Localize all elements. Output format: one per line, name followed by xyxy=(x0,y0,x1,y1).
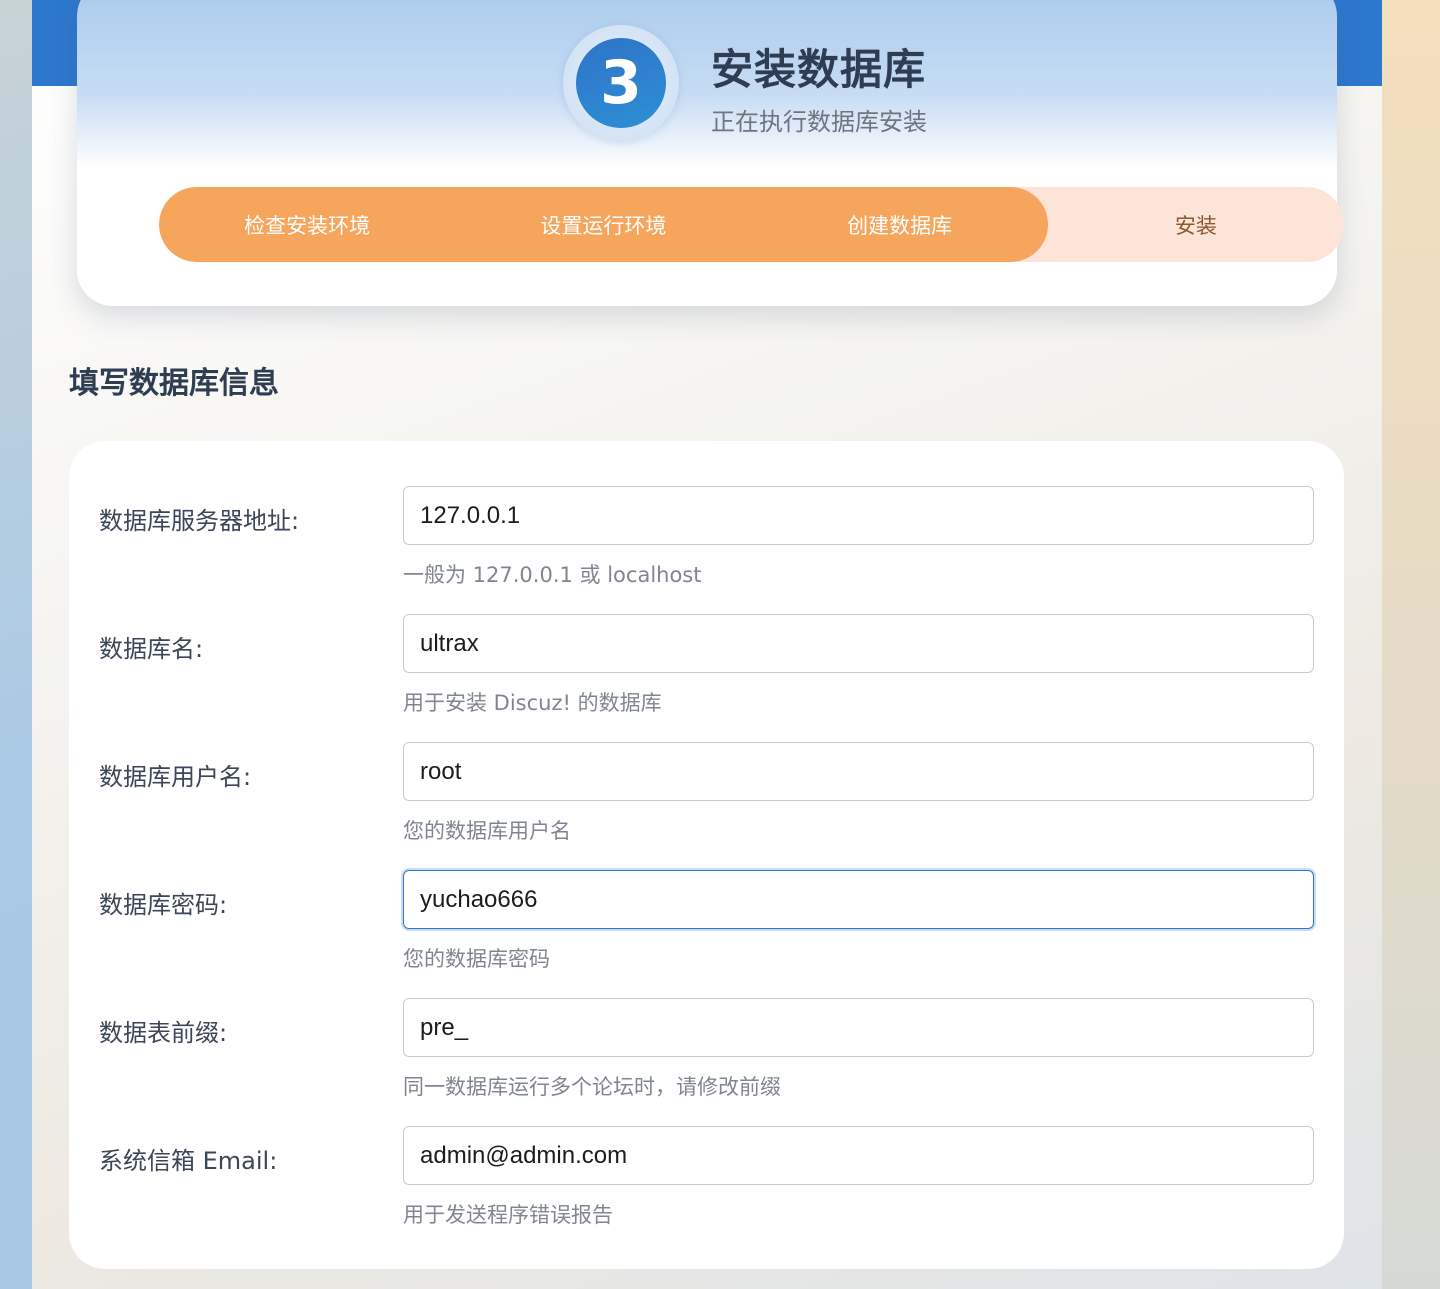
progress-step-1: 检查安装环境 xyxy=(244,213,371,238)
system-email-hint: 用于发送程序错误报告 xyxy=(403,1203,613,1227)
system-email-label: 系统信箱 Email: xyxy=(99,1147,278,1175)
table-prefix-input[interactable] xyxy=(403,998,1314,1057)
step-title: 安装数据库 xyxy=(711,45,927,94)
database-form: 数据库服务器地址: 一般为 127.0.0.1 或 localhost 数据库名… xyxy=(69,441,1344,1269)
db-password-label: 数据库密码: xyxy=(99,891,228,919)
progress-step-2: 设置运行环境 xyxy=(540,213,667,238)
table-prefix-hint: 同一数据库运行多个论坛时，请修改前缀 xyxy=(403,1075,781,1099)
form-row-db-name: 数据库名: 用于安装 Discuz! 的数据库 xyxy=(69,614,1344,742)
section-title: 填写数据库信息 xyxy=(69,366,279,401)
form-row-db-password: 数据库密码: 您的数据库密码 xyxy=(69,870,1344,998)
db-host-input[interactable] xyxy=(403,486,1314,545)
db-name-label: 数据库名: xyxy=(99,635,204,663)
install-progress-bar: 检查安装环境 设置运行环境 创建数据库 安装 xyxy=(159,187,1344,262)
step-subtitle: 正在执行数据库安装 xyxy=(711,108,927,136)
form-row-table-prefix: 数据表前缀: 同一数据库运行多个论坛时，请修改前缀 xyxy=(69,998,1344,1126)
progress-steps: 检查安装环境 设置运行环境 创建数据库 安装 xyxy=(159,187,1344,262)
background-right-panel xyxy=(1382,0,1440,1289)
form-row-db-user: 数据库用户名: 您的数据库用户名 xyxy=(69,742,1344,870)
table-prefix-label: 数据表前缀: xyxy=(99,1019,228,1047)
progress-step-3: 创建数据库 xyxy=(847,213,953,238)
installer-main: 3 安装数据库 正在执行数据库安装 检查安装环境 设置运行环境 创建数据库 安装 填写… xyxy=(32,0,1382,1289)
db-host-hint: 一般为 127.0.0.1 或 localhost xyxy=(403,563,702,587)
db-host-label: 数据库服务器地址: xyxy=(99,507,300,535)
db-user-input[interactable] xyxy=(403,742,1314,801)
db-user-label: 数据库用户名: xyxy=(99,763,252,791)
db-user-hint: 您的数据库用户名 xyxy=(403,819,571,843)
progress-step-4: 安装 xyxy=(1174,213,1217,238)
db-password-hint: 您的数据库密码 xyxy=(403,947,550,971)
step-number-badge: 3 xyxy=(576,38,666,128)
db-password-input[interactable] xyxy=(403,870,1314,929)
system-email-input[interactable] xyxy=(403,1126,1314,1185)
form-row-system-email: 系统信箱 Email: 用于发送程序错误报告 xyxy=(69,1126,1344,1254)
form-row-db-host: 数据库服务器地址: 一般为 127.0.0.1 或 localhost xyxy=(69,486,1344,614)
step-header-card: 3 安装数据库 正在执行数据库安装 检查安装环境 设置运行环境 创建数据库 安装 xyxy=(77,0,1344,306)
db-name-hint: 用于安装 Discuz! 的数据库 xyxy=(403,691,662,715)
db-name-input[interactable] xyxy=(403,614,1314,673)
